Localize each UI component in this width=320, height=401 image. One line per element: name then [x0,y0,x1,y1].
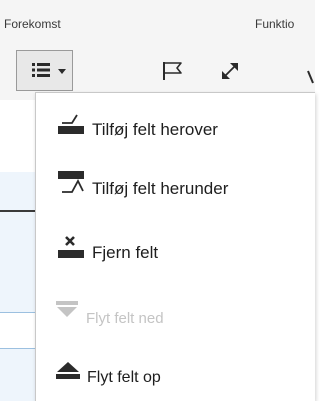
menu-item-label: Fjern felt [92,243,159,262]
menu-item-remove-field[interactable]: Fjern felt [36,233,316,273]
menu-item-add-field-below[interactable]: Tilføj felt herunder [36,168,316,208]
field-options-menu: Tilføj felt herover Tilføj felt herunder… [35,92,315,401]
menu-item-move-field-down: Flyt felt ned [36,298,316,338]
partial-icon[interactable] [306,70,315,84]
expand-arrows-icon[interactable] [220,61,240,81]
menu-item-move-field-up[interactable]: Flyt felt op [36,358,316,398]
move-down-icon [56,301,78,317]
sheet-row [0,349,35,401]
list-options-button[interactable] [16,50,73,91]
sheet-gridline [0,312,35,313]
menu-item-label: Tilføj felt herover [92,120,218,139]
flag-icon[interactable] [162,61,184,81]
insert-field-below-icon [58,171,84,193]
move-up-icon [56,362,80,379]
menu-item-label: Tilføj felt herunder [92,179,229,198]
group-label-funktion: Funktio [255,17,295,31]
dropdown-arrow-icon [58,69,66,74]
menu-item-add-field-above[interactable]: Tilføj felt herover [36,110,316,150]
group-label-forekomst: Forekomst [4,17,61,31]
menu-item-label: Flyt felt ned [86,310,164,327]
bulleted-list-icon [32,63,50,77]
ribbon: Forekomst Funktio [0,0,315,100]
sheet-row [0,212,35,312]
sheet-row [0,172,35,210]
insert-field-above-icon [58,114,84,134]
menu-item-label: Flyt felt op [87,369,161,386]
remove-field-icon [58,236,84,258]
